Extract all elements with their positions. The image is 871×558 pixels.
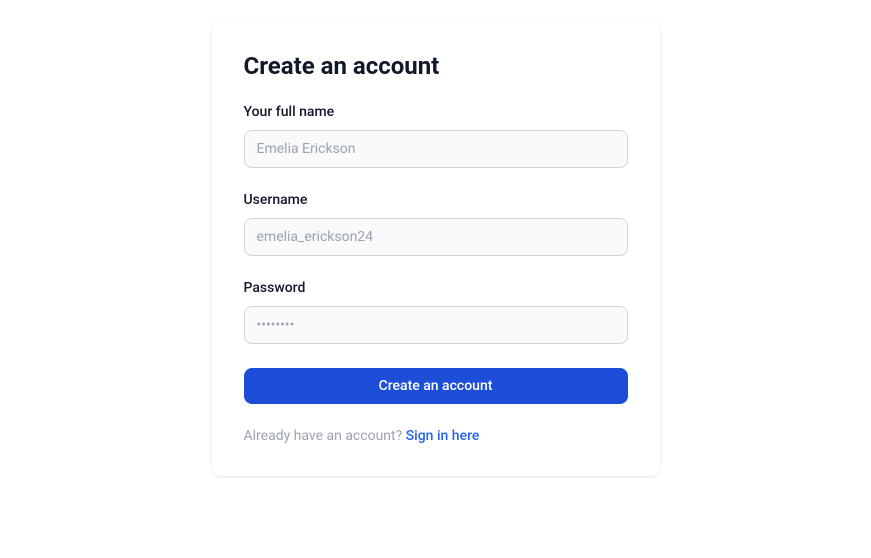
create-account-button[interactable]: Create an account (244, 368, 628, 404)
password-input[interactable] (244, 306, 628, 344)
signup-form: Your full name Username Password Create … (244, 104, 628, 444)
signin-prompt-text: Already have an account? (244, 428, 406, 444)
signin-prompt: Already have an account? Sign in here (244, 428, 628, 444)
fullname-group: Your full name (244, 104, 628, 168)
fullname-input[interactable] (244, 130, 628, 168)
username-label: Username (244, 192, 628, 208)
page-title: Create an account (244, 52, 628, 80)
fullname-label: Your full name (244, 104, 628, 120)
password-label: Password (244, 280, 628, 296)
signup-card: Create an account Your full name Usernam… (212, 20, 660, 476)
username-input[interactable] (244, 218, 628, 256)
username-group: Username (244, 192, 628, 256)
password-group: Password (244, 280, 628, 344)
signin-link[interactable]: Sign in here (406, 428, 480, 444)
